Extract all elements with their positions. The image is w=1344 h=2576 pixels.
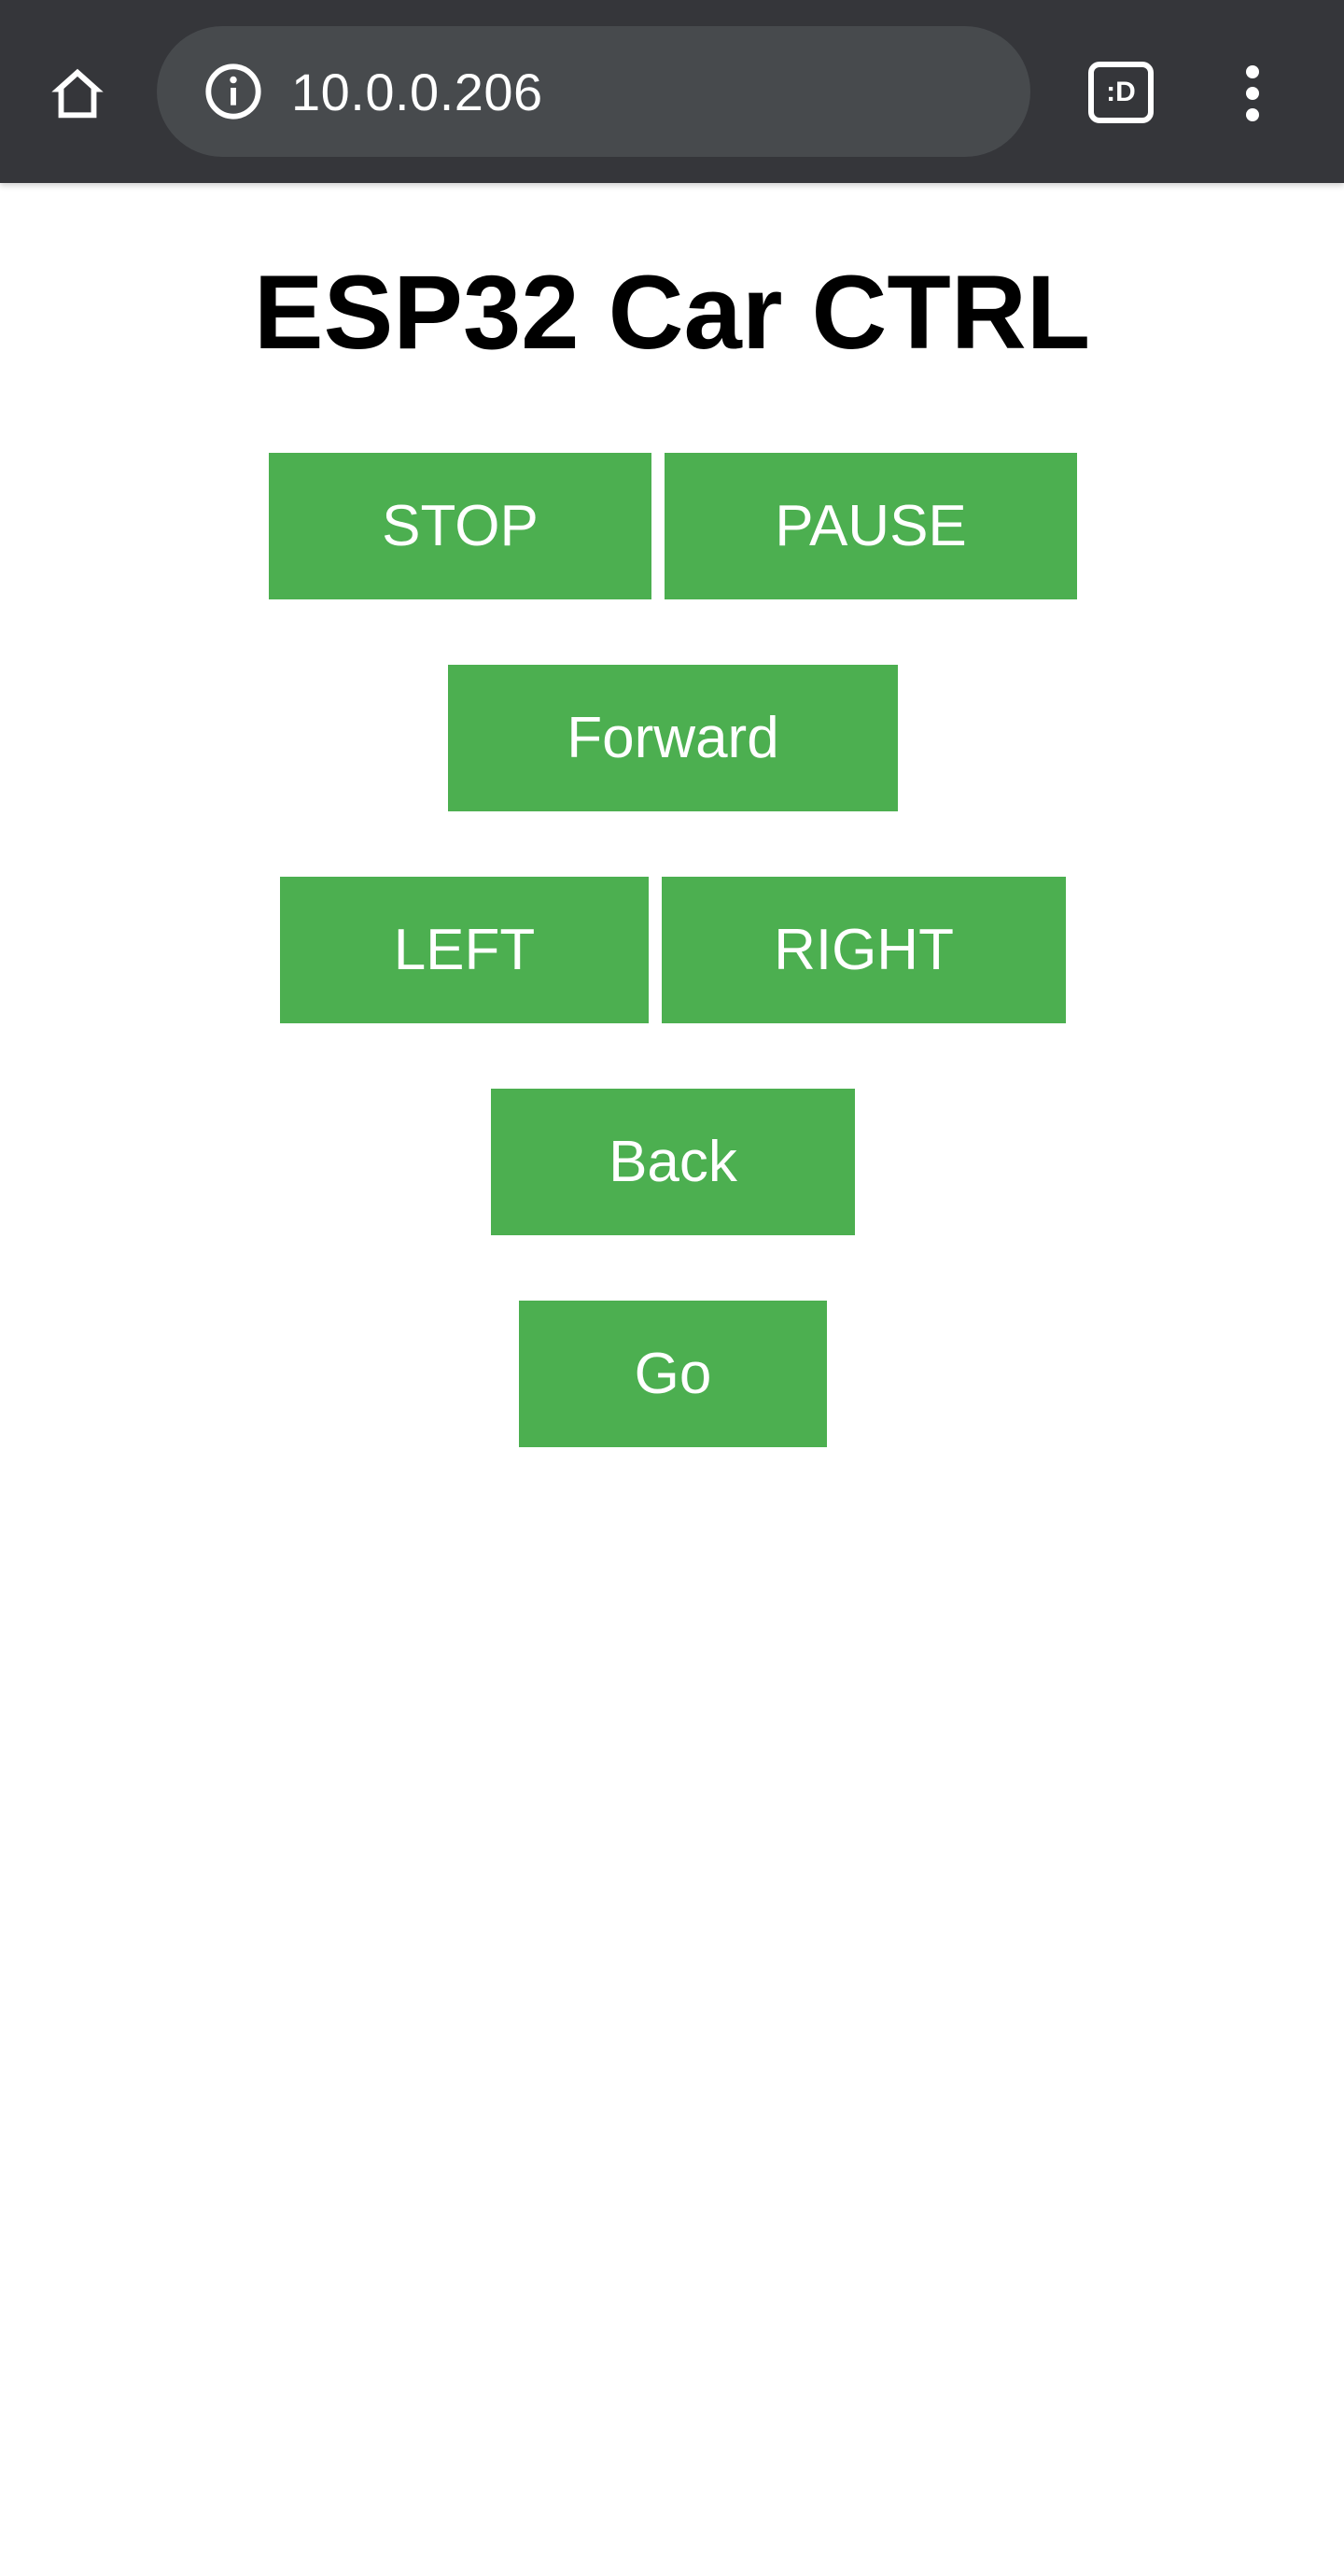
page-title: ESP32 Car CTRL bbox=[253, 254, 1091, 371]
home-icon bbox=[51, 68, 104, 119]
back-button[interactable]: Back bbox=[491, 1089, 855, 1235]
stop-button[interactable]: STOP bbox=[269, 453, 651, 599]
right-button[interactable]: RIGHT bbox=[662, 877, 1066, 1023]
more-menu-button[interactable] bbox=[1232, 56, 1273, 131]
browser-toolbar: 10.0.0.206 :D bbox=[0, 0, 1344, 183]
menu-dot bbox=[1246, 108, 1259, 121]
url-text[interactable]: 10.0.0.206 bbox=[291, 62, 543, 122]
go-button[interactable]: Go bbox=[519, 1301, 827, 1447]
pause-button[interactable]: PAUSE bbox=[665, 453, 1077, 599]
left-button[interactable]: LEFT bbox=[280, 877, 649, 1023]
forward-button[interactable]: Forward bbox=[448, 665, 898, 811]
address-bar[interactable]: 10.0.0.206 bbox=[157, 26, 1030, 157]
home-button[interactable] bbox=[36, 56, 119, 131]
tab-switcher-button[interactable]: :D bbox=[1088, 62, 1154, 123]
info-icon[interactable] bbox=[203, 62, 263, 121]
menu-dot bbox=[1246, 87, 1259, 100]
tab-switcher-icon: :D bbox=[1106, 77, 1136, 107]
more-vert-icon bbox=[1246, 65, 1259, 78]
